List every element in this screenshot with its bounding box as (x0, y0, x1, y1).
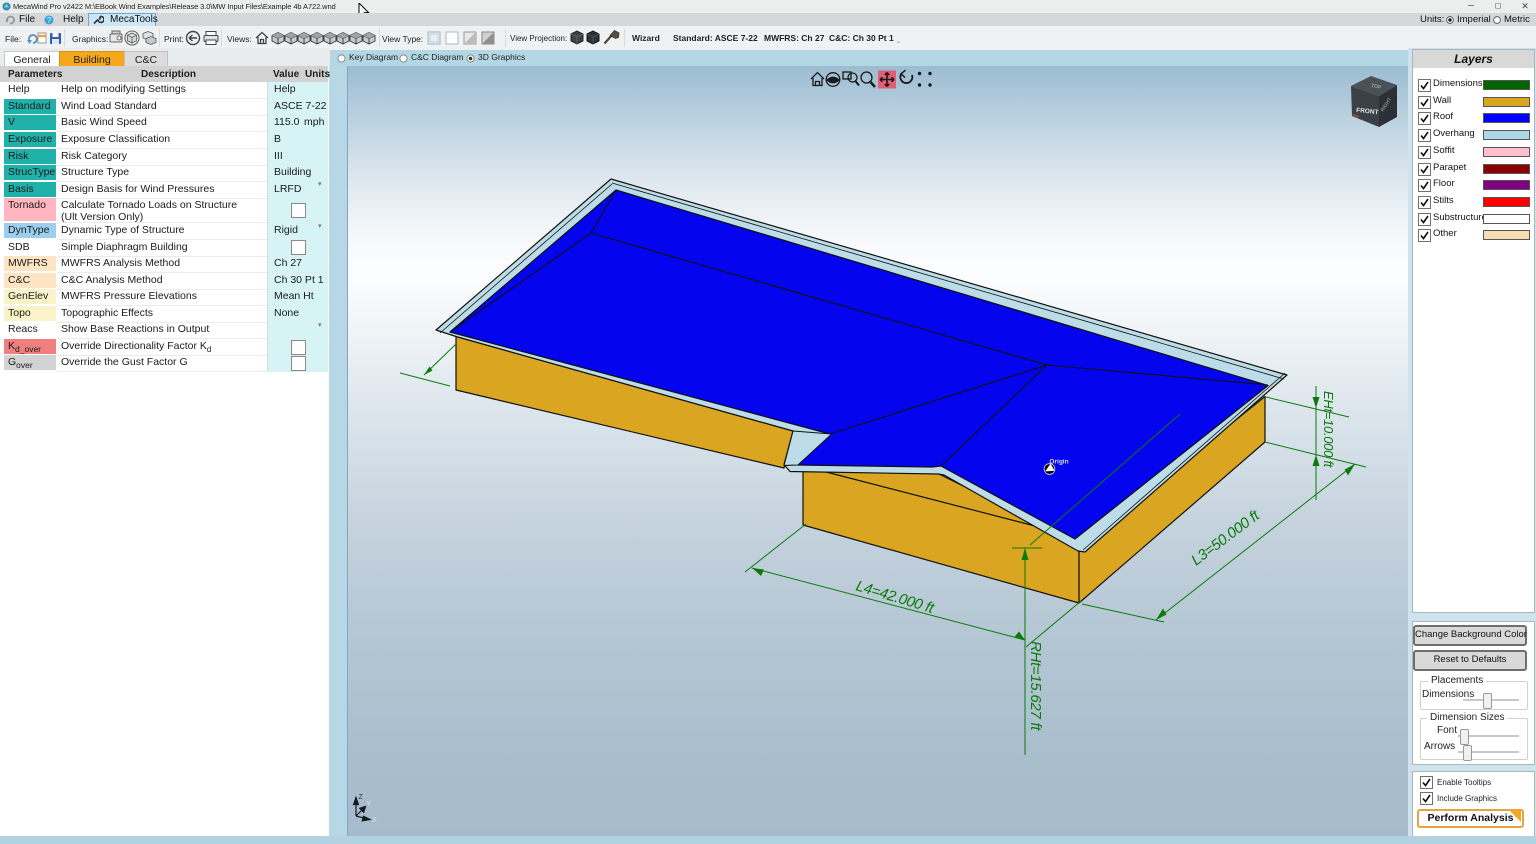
svg-text:X: X (372, 817, 377, 824)
svg-text:Origin: Origin (1049, 459, 1068, 466)
svg-text:Z: Z (359, 794, 364, 801)
svg-text:L3=50.000 ft: L3=50.000 ft (1188, 507, 1263, 570)
svg-text:RHt=15.627 ft: RHt=15.627 ft (1027, 641, 1044, 731)
svg-text:Y: Y (367, 801, 372, 808)
svg-text:?: ? (47, 16, 52, 25)
svg-text:L4=42.000 ft: L4=42.000 ft (854, 578, 937, 618)
svg-text:EHt=10.000 ft: EHt=10.000 ft (1321, 391, 1336, 469)
